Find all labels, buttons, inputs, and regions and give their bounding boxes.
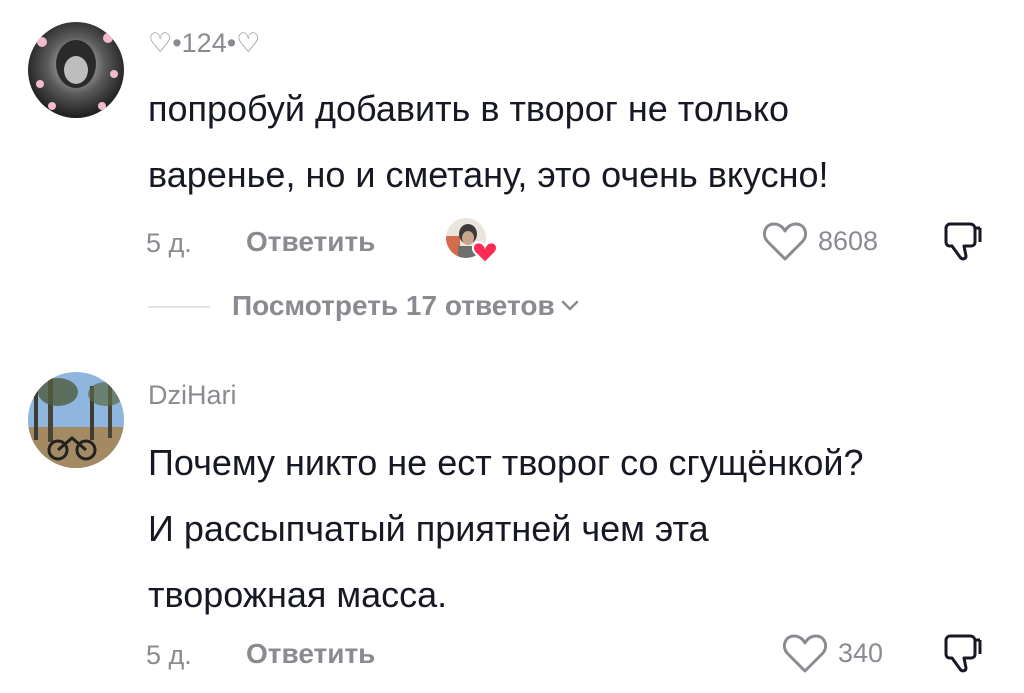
comment-text-line: творожная масса. <box>148 574 448 615</box>
comment-timestamp: 5 д. <box>146 640 192 670</box>
comment-text-line: варенье, но и сметану, это очень вкусно! <box>148 154 829 195</box>
avatar[interactable] <box>28 22 124 118</box>
comment-text-line: попробуй добавить в творог не только <box>148 88 790 129</box>
like-count: 8608 <box>818 225 879 256</box>
replies-divider <box>148 306 210 308</box>
avatar-image <box>28 372 124 468</box>
comment-username[interactable]: DziHari <box>148 380 237 411</box>
comment-timestamp: 5 д. <box>146 228 192 258</box>
comment-username[interactable]: ♡•124•♡ <box>148 28 260 59</box>
like-button[interactable]: 340 <box>782 632 883 674</box>
dislike-icon[interactable] <box>940 630 986 676</box>
avatar-image <box>28 22 124 118</box>
avatar[interactable] <box>28 372 124 468</box>
reply-button[interactable]: Ответить <box>246 638 375 670</box>
like-count: 340 <box>838 637 884 668</box>
chevron-down-icon <box>561 300 578 311</box>
dislike-icon[interactable] <box>940 218 986 264</box>
like-button[interactable]: 8608 <box>762 220 878 262</box>
comment-body: попробуй добавить в творог не только вар… <box>148 76 1008 208</box>
comment-text-line: Почему никто не ест творог со сгущёнкой? <box>148 442 864 483</box>
view-replies-label: Посмотреть 17 ответов <box>232 290 555 321</box>
reply-button[interactable]: Ответить <box>246 226 375 258</box>
comment-body: Почему никто не ест творог со сгущёнкой?… <box>148 430 1008 628</box>
heart-outline-icon <box>782 634 828 673</box>
view-replies-button[interactable]: Посмотреть 17 ответов <box>232 290 579 322</box>
heart-outline-icon <box>762 222 808 261</box>
comment-text-line: И рассыпчатый приятней чем эта <box>148 508 709 549</box>
creator-liked-heart-icon <box>472 241 498 264</box>
creator-liked-badge <box>446 218 498 264</box>
